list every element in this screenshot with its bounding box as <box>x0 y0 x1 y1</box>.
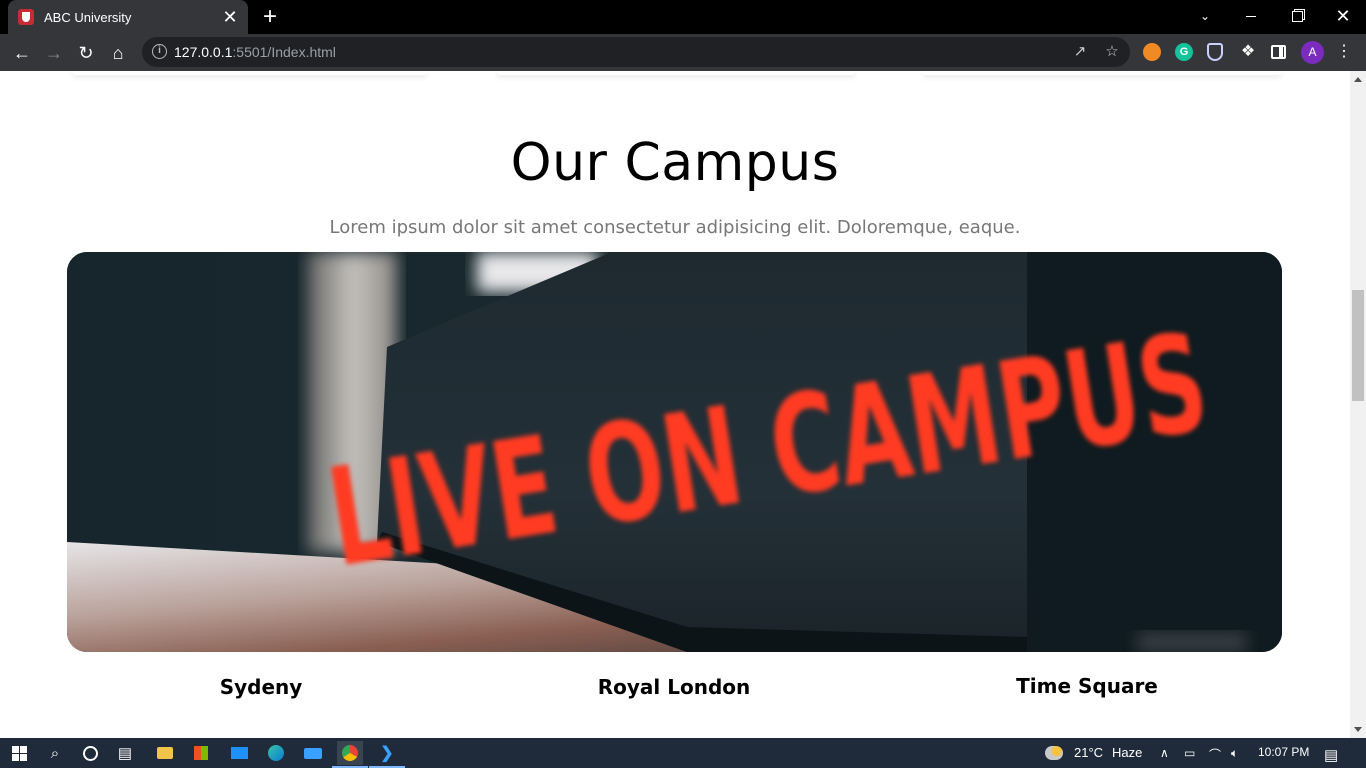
star-icon[interactable]: ☆ <box>1102 42 1122 62</box>
task-view-icon[interactable]: ▤ <box>112 741 138 765</box>
window-restore-button[interactable] <box>1274 0 1320 32</box>
site-info-icon[interactable]: i <box>152 44 167 59</box>
url-path: :5501/Index.html <box>232 44 336 60</box>
show-hidden-icons-chevron-icon[interactable]: ∧ <box>1160 746 1169 760</box>
weather-temperature[interactable]: 21°C <box>1074 745 1103 760</box>
battery-icon[interactable]: ▭ <box>1184 746 1195 760</box>
grammarly-extension-icon[interactable]: G <box>1175 43 1193 61</box>
university-favicon-icon <box>18 9 34 25</box>
volume-icon[interactable]: 🔈︎ <box>1231 746 1238 761</box>
campus-label-sydney: Sydeny <box>219 675 303 699</box>
campus-label-royal-london: Royal London <box>597 675 751 699</box>
wifi-icon[interactable]: ⌒ <box>1209 746 1221 763</box>
address-bar[interactable]: i 127.0.0.1:5501/Index.html ↗ ☆ <box>142 37 1130 67</box>
campus-label-time-square: Time Square <box>1016 674 1158 698</box>
url-text[interactable]: 127.0.0.1:5501/Index.html <box>174 44 336 60</box>
browser-tab-active[interactable]: ABC University ✕ <box>8 0 248 34</box>
new-tab-button[interactable]: + <box>258 5 282 30</box>
file-explorer-icon[interactable] <box>152 741 178 765</box>
section-heading: Our Campus <box>510 133 840 193</box>
live-on-campus-photo: LIVE ON CAMPUS <box>67 252 1282 652</box>
weather-description[interactable]: Haze <box>1112 745 1142 760</box>
scrollbar-thumb[interactable] <box>1352 290 1364 401</box>
keyboard-app-icon[interactable] <box>300 741 326 765</box>
microsoft-store-icon[interactable] <box>188 741 214 765</box>
browser-menu-icon[interactable]: ⋮ <box>1336 42 1352 62</box>
campus-image: LIVE ON CAMPUS <box>67 252 1282 652</box>
window-minimize-button[interactable] <box>1228 0 1274 32</box>
browser-toolbar: ← → ↻ ⌂ i 127.0.0.1:5501/Index.html ↗ ☆ … <box>0 34 1366 71</box>
window-close-button[interactable]: ✕ <box>1320 0 1366 32</box>
forward-arrow-icon[interactable]: → <box>40 39 68 67</box>
tab-close-icon[interactable]: ✕ <box>222 8 238 26</box>
scroll-down-arrow-icon[interactable] <box>1354 727 1362 732</box>
shield-extension-icon[interactable] <box>1207 43 1223 61</box>
page-scrollbar[interactable] <box>1350 71 1366 738</box>
page-viewport: Our Campus Lorem ipsum dolor sit amet co… <box>0 71 1366 738</box>
clock-time[interactable]: 10:07 PM <box>1258 745 1309 759</box>
reload-icon[interactable]: ↻ <box>72 39 100 67</box>
section-subheading: Lorem ipsum dolor sit amet consectetur a… <box>329 217 1021 238</box>
weather-icon[interactable] <box>1041 741 1067 765</box>
back-arrow-icon[interactable]: ← <box>8 39 36 67</box>
windows-taskbar: ⌕ ▤ ❯ 21°C Haze ∧ ▭ ⌒ 🔈︎ 10:07 PM ▤ <box>0 738 1366 768</box>
previous-section-card-edges <box>0 71 1350 77</box>
windows-start-icon[interactable] <box>6 741 32 765</box>
puzzle-icon[interactable]: ❖ <box>1239 43 1257 61</box>
search-icon[interactable]: ⌕ <box>42 741 68 765</box>
notifications-icon[interactable]: ▤ <box>1324 746 1338 764</box>
cortana-icon[interactable] <box>77 741 103 765</box>
share-icon[interactable]: ↗ <box>1070 42 1090 62</box>
url-host: 127.0.0.1 <box>174 44 233 60</box>
edge-browser-icon[interactable] <box>263 741 289 765</box>
chrome-taskbar-icon[interactable] <box>332 741 368 768</box>
scroll-up-arrow-icon[interactable] <box>1354 77 1362 82</box>
tab-title: ABC University <box>44 9 132 25</box>
profile-avatar[interactable]: A <box>1301 41 1324 64</box>
browser-titlebar: ABC University ✕ + ⌄ ✕ <box>0 0 1366 34</box>
vscode-taskbar-icon[interactable]: ❯ <box>369 741 405 768</box>
home-icon[interactable]: ⌂ <box>104 39 132 67</box>
mail-icon[interactable] <box>226 741 252 765</box>
side-panel-icon[interactable] <box>1271 45 1286 59</box>
tab-search-chevron-icon[interactable]: ⌄ <box>1182 0 1228 32</box>
feedly-extension-icon[interactable] <box>1143 43 1161 61</box>
